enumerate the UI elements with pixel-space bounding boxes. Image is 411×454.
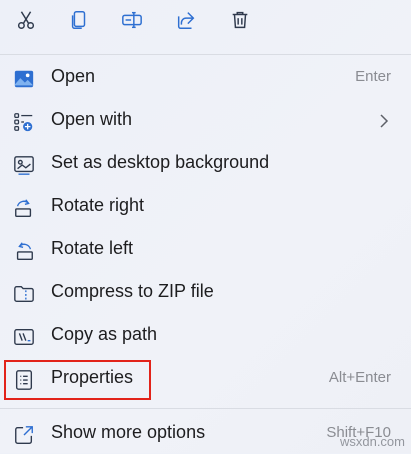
menu-separator — [0, 54, 411, 55]
copy-icon — [71, 11, 86, 29]
rename-icon — [122, 11, 142, 29]
share-icon — [177, 12, 195, 29]
menu-item-label: Rotate left — [51, 238, 134, 258]
menu-item-label: Copy as path — [51, 324, 158, 344]
menu-separator — [0, 408, 411, 409]
menu-item-label: Compress to ZIP file — [51, 281, 214, 301]
cut-icon — [17, 11, 35, 29]
menu-item-label: Properties — [51, 367, 134, 387]
menu-item-label: Open with — [51, 109, 133, 129]
rotate-left-icon — [12, 239, 36, 263]
shortcut-text: Alt+Enter — [328, 369, 391, 386]
context-menu-action-bar — [0, 0, 411, 44]
open-with-icon — [12, 110, 36, 134]
delete-icon — [232, 11, 248, 29]
menu-item-label: Set as desktop background — [51, 152, 270, 172]
delete-button[interactable] — [226, 6, 254, 34]
menu-item-label: Open — [51, 66, 96, 86]
menu-item-properties[interactable]: Properties Alt+Enter — [0, 359, 411, 399]
copy-button[interactable] — [65, 6, 93, 34]
menu-item-rotate-left[interactable]: Rotate left — [0, 230, 411, 270]
menu-item-open-with[interactable]: Open with — [0, 101, 411, 141]
zip-icon — [12, 282, 36, 306]
show-more-icon — [12, 423, 36, 447]
watermark-text: wsxdn.com — [339, 434, 405, 449]
properties-icon — [12, 368, 36, 392]
menu-item-rotate-right[interactable]: Rotate right — [0, 187, 411, 227]
share-button[interactable] — [172, 6, 200, 34]
menu-item-open[interactable]: Open Enter — [0, 58, 411, 98]
desktop-background-icon — [12, 153, 36, 177]
menu-item-set-desktop-background[interactable]: Set as desktop background — [0, 144, 411, 184]
copy-path-icon — [12, 325, 36, 349]
cut-button[interactable] — [12, 6, 40, 34]
rename-button[interactable] — [118, 6, 146, 34]
menu-item-label: Show more options — [51, 422, 206, 442]
menu-item-label: Rotate right — [51, 195, 145, 215]
menu-item-compress-zip[interactable]: Compress to ZIP file — [0, 273, 411, 313]
open-image-icon — [12, 67, 36, 91]
rotate-right-icon — [12, 196, 36, 220]
menu-item-copy-as-path[interactable]: Copy as path — [0, 316, 411, 356]
shortcut-text: Enter — [355, 68, 391, 85]
context-menu: Open Enter Open with Set as desktop back… — [0, 0, 411, 453]
chevron-right-icon — [380, 114, 389, 128]
